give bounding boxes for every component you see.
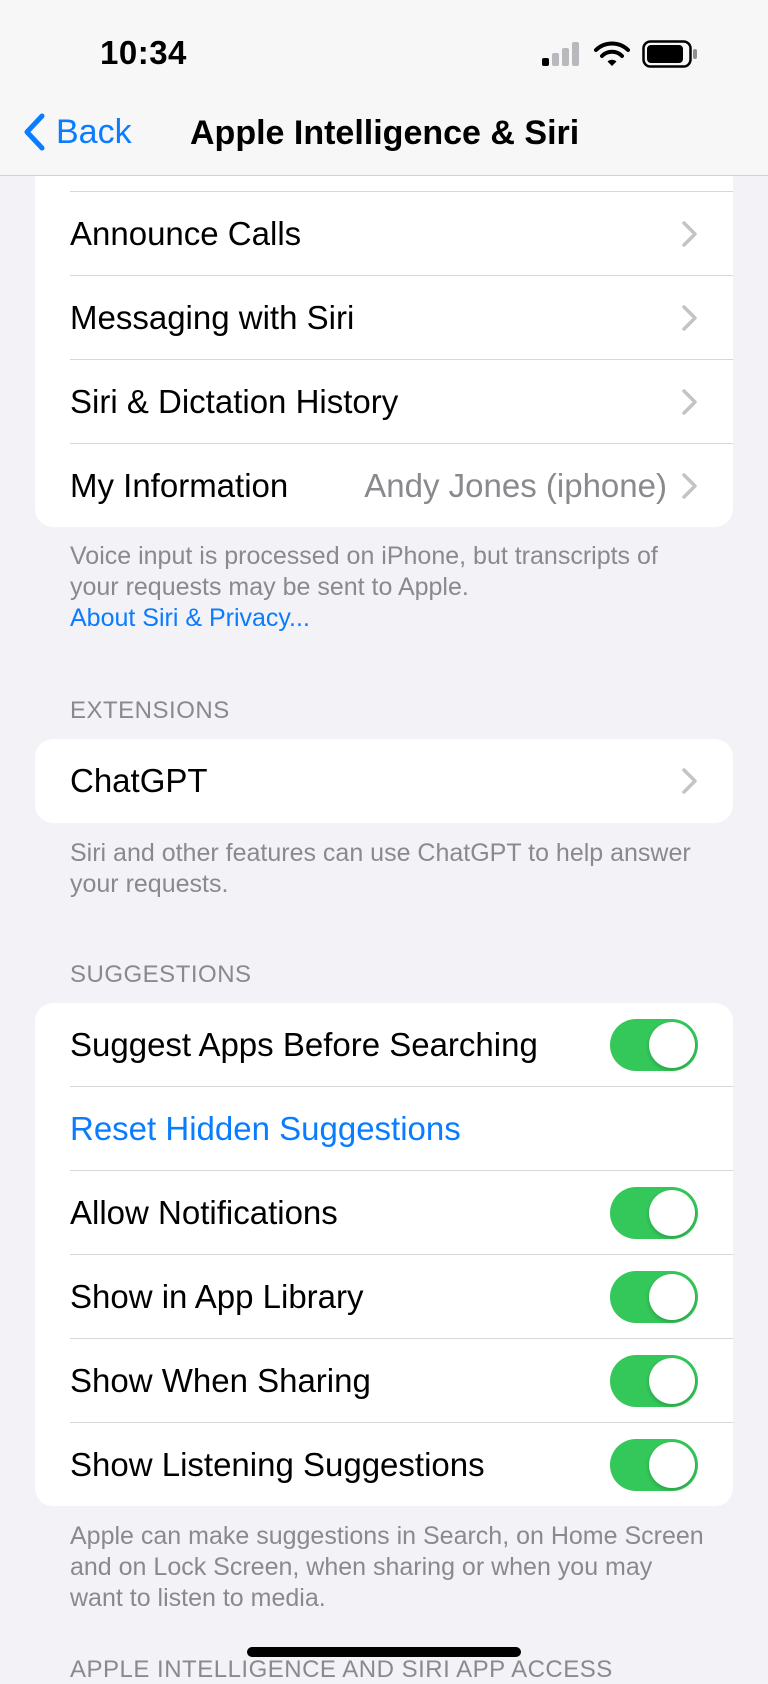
row-show-when-sharing: Show When Sharing: [70, 1339, 733, 1423]
back-button[interactable]: Back: [22, 112, 132, 152]
suggestions-card: Suggest Apps Before Searching Reset Hidd…: [35, 1003, 733, 1506]
row-chatgpt[interactable]: ChatGPT: [70, 739, 733, 823]
row-reset-hidden-suggestions[interactable]: Reset Hidden Suggestions: [70, 1087, 733, 1171]
row-messaging-with-siri[interactable]: Messaging with Siri: [70, 276, 733, 360]
row-label: Allow Notifications: [70, 1194, 338, 1231]
chevron-right-icon: [682, 768, 697, 794]
settings-scroll-content[interactable]: Announce Calls Messaging with Siri Siri …: [0, 0, 768, 1683]
row-label: Suggest Apps Before Searching: [70, 1026, 538, 1063]
footnote-text: Voice input is processed on iPhone, but …: [70, 542, 658, 601]
row-show-in-app-library: Show in App Library: [70, 1255, 733, 1339]
row-label: Messaging with Siri: [70, 299, 355, 336]
row-my-information[interactable]: My Information Andy Jones (iphone): [70, 444, 733, 527]
status-icons: [542, 40, 698, 68]
row-label: Announce Calls: [70, 215, 302, 252]
section-header-suggestions: SUGGESTIONS: [70, 961, 252, 988]
toggle-knob: [649, 1274, 695, 1320]
page-title: Apple Intelligence & Siri: [190, 114, 580, 152]
row-label: Show When Sharing: [70, 1362, 371, 1399]
toggle-knob: [649, 1190, 695, 1236]
reset-hidden-suggestions-button[interactable]: Reset Hidden Suggestions: [70, 1110, 733, 1148]
section-header-extensions: EXTENSIONS: [70, 697, 230, 724]
show-when-sharing-toggle[interactable]: [610, 1355, 698, 1407]
chevron-right-icon: [682, 389, 697, 415]
suggestions-footnote: Apple can make suggestions in Search, on…: [70, 1522, 704, 1612]
siri-privacy-footnote: Voice input is processed on iPhone, but …: [70, 541, 710, 634]
row-label: Show in App Library: [70, 1278, 364, 1315]
wifi-icon: [594, 41, 630, 66]
chatgpt-footnote: Siri and other features can use ChatGPT …: [70, 839, 691, 898]
section-header-app-access: APPLE INTELLIGENCE AND SIRI APP ACCESS: [70, 1656, 613, 1683]
row-show-listening-suggestions: Show Listening Suggestions: [70, 1423, 733, 1506]
back-label: Back: [56, 112, 132, 151]
row-allow-notifications: Allow Notifications: [70, 1171, 733, 1255]
row-label: Show Listening Suggestions: [70, 1446, 485, 1483]
row-value: Andy Jones (iphone): [364, 467, 667, 504]
suggest-apps-toggle[interactable]: [610, 1019, 698, 1071]
navigation-header: 10:34 Back Apple Intelligence & Siri: [0, 0, 768, 176]
back-chevron-icon: [24, 113, 45, 151]
chevron-right-icon: [682, 473, 697, 499]
row-announce-calls[interactable]: Announce Calls: [70, 192, 733, 276]
chevron-right-icon: [682, 221, 697, 247]
chevron-right-icon: [682, 305, 697, 331]
show-listening-suggestions-toggle[interactable]: [610, 1439, 698, 1491]
status-time: 10:34: [100, 34, 187, 71]
toggle-knob: [649, 1442, 695, 1488]
allow-notifications-toggle[interactable]: [610, 1187, 698, 1239]
row-label: ChatGPT: [70, 762, 208, 799]
siri-options-card: Announce Calls Messaging with Siri Siri …: [35, 150, 733, 527]
cellular-signal-icon: [542, 42, 579, 66]
row-label: My Information: [70, 467, 289, 504]
extensions-card: ChatGPT: [35, 739, 733, 823]
about-siri-privacy-link[interactable]: About Siri & Privacy...: [70, 603, 710, 634]
row-siri-dictation-history[interactable]: Siri & Dictation History: [70, 360, 733, 444]
show-in-app-library-toggle[interactable]: [610, 1271, 698, 1323]
battery-icon: [642, 40, 697, 68]
row-label: Siri & Dictation History: [70, 383, 399, 420]
home-indicator: [247, 1647, 521, 1657]
toggle-knob: [649, 1358, 695, 1404]
toggle-knob: [649, 1022, 695, 1068]
row-suggest-apps-before-searching: Suggest Apps Before Searching: [70, 1003, 733, 1087]
